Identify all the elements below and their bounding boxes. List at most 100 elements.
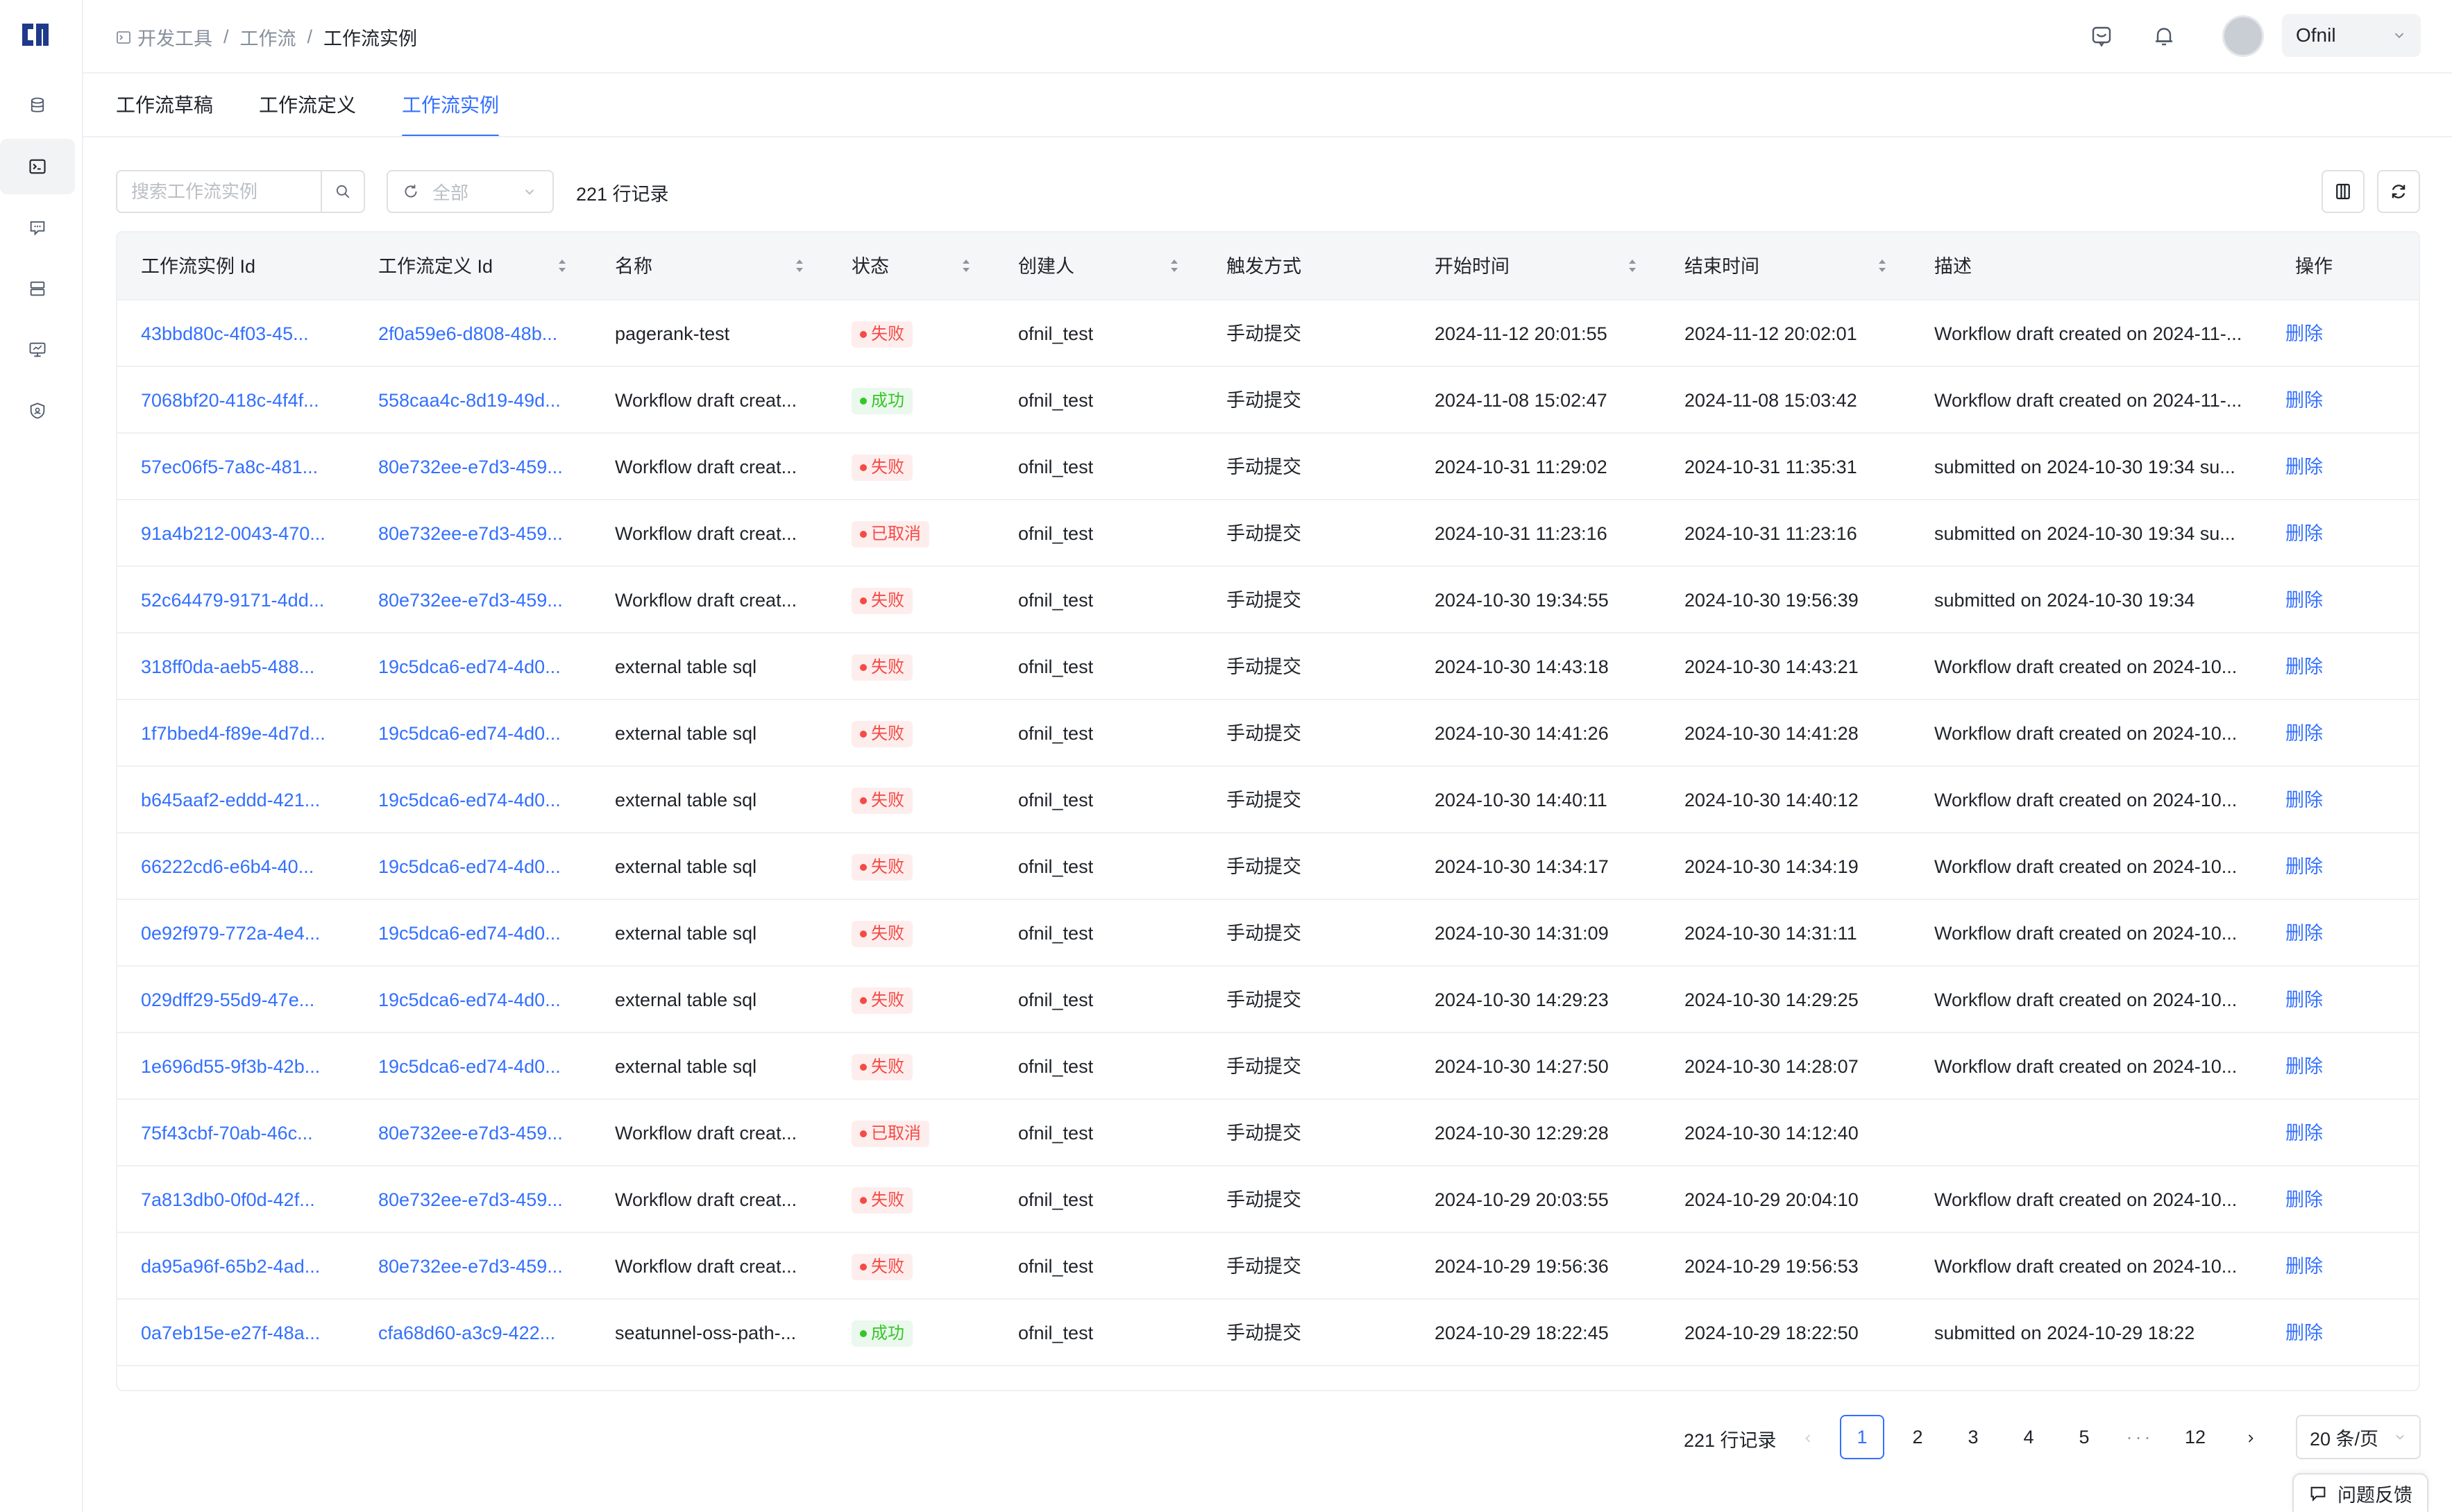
column-header-status[interactable]: 状态 xyxy=(852,232,889,300)
column-header-definition-id[interactable]: 工作流定义 Id xyxy=(378,232,493,300)
definition-id-link[interactable]: 19c5dca6-ed74-4d0... xyxy=(378,833,586,900)
sort-icon[interactable] xyxy=(557,257,567,274)
definition-id-link[interactable]: 80e732ee-e7d3-459... xyxy=(378,1166,586,1233)
definition-id-link[interactable]: 19c5dca6-ed74-4d0... xyxy=(378,1033,586,1100)
instance-id-link[interactable]: 7068bf20-418c-4f4f... xyxy=(141,367,349,434)
nav-dev-tools-icon[interactable] xyxy=(0,139,75,194)
nav-server-icon[interactable] xyxy=(0,261,75,316)
sort-icon[interactable] xyxy=(795,257,804,274)
column-header-name[interactable]: 名称 xyxy=(615,232,652,300)
instance-id-link[interactable]: 57ec06f5-7a8c-481... xyxy=(141,434,349,500)
delete-link[interactable]: 删除 xyxy=(2285,1100,2369,1166)
pagination-page-12[interactable]: 12 xyxy=(2173,1415,2217,1459)
table-row[interactable]: b645aaf2-eddd-421... 19c5dca6-ed74-4d0...… xyxy=(117,767,2419,833)
table-row[interactable]: 0e92f979-772a-4e4... 19c5dca6-ed74-4d0...… xyxy=(117,900,2419,967)
instance-id-link[interactable]: b645aaf2-eddd-421... xyxy=(141,767,349,833)
definition-id-link[interactable]: 558caa4c-8d19-49d... xyxy=(378,367,586,434)
message-icon[interactable] xyxy=(2082,17,2121,56)
refresh-button[interactable] xyxy=(2377,170,2420,213)
table-row[interactable]: 7068bf20-418c-4f4f... 558caa4c-8d19-49d..… xyxy=(117,367,2419,434)
table-row[interactable]: 75f43cbf-70ab-46c... 80e732ee-e7d3-459...… xyxy=(117,1100,2419,1166)
column-header-instance-id[interactable]: 工作流实例 Id xyxy=(141,232,255,300)
user-selector[interactable]: Ofnil xyxy=(2282,14,2421,57)
definition-id-link[interactable]: 80e732ee-e7d3-459... xyxy=(378,434,586,500)
table-row[interactable]: 0a7eb15e-e27f-48a... cfa68d60-a3c9-422...… xyxy=(117,1300,2419,1366)
pagination-next-button[interactable] xyxy=(2229,1415,2273,1459)
definition-id-link[interactable]: 2f0a59e6-d808-48b... xyxy=(378,300,586,367)
delete-link[interactable]: 删除 xyxy=(2285,1033,2369,1100)
app-logo-icon[interactable] xyxy=(18,19,53,50)
nav-monitor-icon[interactable] xyxy=(0,322,75,377)
delete-link[interactable]: 删除 xyxy=(2285,500,2369,567)
delete-link[interactable]: 删除 xyxy=(2285,767,2369,833)
table-row[interactable]: 7a813db0-0f0d-42f... 80e732ee-e7d3-459...… xyxy=(117,1166,2419,1233)
definition-id-link[interactable]: 80e732ee-e7d3-459... xyxy=(378,1100,586,1166)
sort-icon[interactable] xyxy=(961,257,971,274)
pagination-page-2[interactable]: 2 xyxy=(1895,1415,1940,1459)
instance-id-link[interactable]: 66222cd6-e6b4-40... xyxy=(141,833,349,900)
delete-link[interactable]: 删除 xyxy=(2285,300,2369,367)
nav-security-icon[interactable] xyxy=(0,383,75,439)
tab-workflow-instances[interactable]: 工作流实例 xyxy=(402,74,500,137)
delete-link[interactable]: 删除 xyxy=(2285,1233,2369,1300)
delete-link[interactable]: 删除 xyxy=(2285,434,2369,500)
delete-link[interactable]: 删除 xyxy=(2285,900,2369,967)
table-row[interactable]: 43bbd80c-4f03-45... 2f0a59e6-d808-48b... p… xyxy=(117,300,2419,367)
delete-link[interactable]: 删除 xyxy=(2285,1166,2369,1233)
sort-icon[interactable] xyxy=(1877,257,1887,274)
instance-id-link[interactable]: 029dff29-55d9-47e... xyxy=(141,967,349,1033)
page-size-select[interactable]: 20 条/页 xyxy=(2296,1415,2421,1459)
delete-link[interactable]: 删除 xyxy=(2285,567,2369,634)
definition-id-link[interactable]: 80e732ee-e7d3-459... xyxy=(378,500,586,567)
table-row[interactable]: 318ff0da-aeb5-488... 19c5dca6-ed74-4d0...… xyxy=(117,634,2419,700)
instance-id-link[interactable]: 1e696d55-9f3b-42b... xyxy=(141,1033,349,1100)
sort-icon[interactable] xyxy=(1627,257,1637,274)
bell-icon[interactable] xyxy=(2145,17,2183,56)
instance-id-link[interactable]: 0a7eb15e-e27f-48a... xyxy=(141,1300,349,1366)
table-row[interactable]: 91a4b212-0043-470... 80e732ee-e7d3-459...… xyxy=(117,500,2419,567)
pagination-prev-button[interactable] xyxy=(1786,1415,1830,1459)
search-input[interactable] xyxy=(117,171,321,212)
table-row[interactable]: 029dff29-55d9-47e... 19c5dca6-ed74-4d0...… xyxy=(117,967,2419,1033)
tab-workflow-drafts[interactable]: 工作流草稿 xyxy=(116,74,213,137)
delete-link[interactable]: 删除 xyxy=(2285,634,2369,700)
pagination-ellipsis[interactable]: ··· xyxy=(2117,1415,2162,1459)
definition-id-link[interactable]: 19c5dca6-ed74-4d0... xyxy=(378,967,586,1033)
table-row[interactable]: 66222cd6-e6b4-40... 19c5dca6-ed74-4d0... e… xyxy=(117,833,2419,900)
pagination-page-1[interactable]: 1 xyxy=(1840,1415,1884,1459)
definition-id-link[interactable]: 19c5dca6-ed74-4d0... xyxy=(378,900,586,967)
avatar[interactable] xyxy=(2222,15,2264,57)
table-row[interactable]: 1f7bbed4-f89e-4d7d... 19c5dca6-ed74-4d0..… xyxy=(117,700,2419,767)
nav-chat-icon[interactable] xyxy=(0,200,75,255)
table-row[interactable]: 52c64479-9171-4dd... 80e732ee-e7d3-459...… xyxy=(117,567,2419,634)
breadcrumb-dev-tools[interactable]: 开发工具 xyxy=(137,24,212,51)
instance-id-link[interactable]: 7a813db0-0f0d-42f... xyxy=(141,1166,349,1233)
delete-link[interactable]: 删除 xyxy=(2285,833,2369,900)
instance-id-link[interactable]: 318ff0da-aeb5-488... xyxy=(141,634,349,700)
tab-workflow-definitions[interactable]: 工作流定义 xyxy=(259,74,356,137)
definition-id-link[interactable]: cfa68d60-a3c9-422... xyxy=(378,1300,586,1366)
instance-id-link[interactable]: da95a96f-65b2-4ad... xyxy=(141,1233,349,1300)
instance-id-link[interactable]: 91a4b212-0043-470... xyxy=(141,500,349,567)
feedback-button[interactable]: 问题反馈 xyxy=(2292,1473,2428,1512)
column-header-end-time[interactable]: 结束时间 xyxy=(1684,232,1759,300)
instance-id-link[interactable]: 1f7bbed4-f89e-4d7d... xyxy=(141,700,349,767)
instance-id-link[interactable]: 75f43cbf-70ab-46c... xyxy=(141,1100,349,1166)
column-header-trigger[interactable]: 触发方式 xyxy=(1226,232,1301,300)
column-header-start-time[interactable]: 开始时间 xyxy=(1435,232,1510,300)
instance-id-link[interactable]: 0e92f979-772a-4e4... xyxy=(141,900,349,967)
table-row[interactable]: 57ec06f5-7a8c-481... 80e732ee-e7d3-459...… xyxy=(117,434,2419,500)
column-settings-button[interactable] xyxy=(2322,170,2365,213)
column-header-creator[interactable]: 创建人 xyxy=(1018,232,1074,300)
delete-link[interactable]: 删除 xyxy=(2285,967,2369,1033)
search-button[interactable] xyxy=(321,171,364,212)
pagination-page-3[interactable]: 3 xyxy=(1951,1415,1995,1459)
pagination-page-4[interactable]: 4 xyxy=(2006,1415,2051,1459)
definition-id-link[interactable]: 19c5dca6-ed74-4d0... xyxy=(378,634,586,700)
nav-database-icon[interactable] xyxy=(0,78,75,133)
delete-link[interactable]: 删除 xyxy=(2285,367,2369,434)
delete-link[interactable]: 删除 xyxy=(2285,700,2369,767)
column-header-description[interactable]: 描述 xyxy=(1934,232,1972,300)
definition-id-link[interactable]: 80e732ee-e7d3-459... xyxy=(378,567,586,634)
table-row[interactable]: da95a96f-65b2-4ad... 80e732ee-e7d3-459...… xyxy=(117,1233,2419,1300)
